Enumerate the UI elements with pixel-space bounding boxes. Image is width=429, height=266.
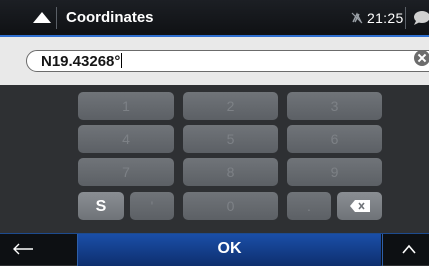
key-3[interactable]: 3 [287, 92, 382, 120]
clear-input-icon[interactable] [414, 50, 429, 66]
key-0[interactable]: 0 [183, 192, 278, 220]
back-button[interactable] [0, 234, 76, 266]
key-hemisphere-s[interactable]: S [78, 192, 124, 220]
numeric-keypad: 1 2 3 4 5 6 7 8 9 S ' 0 . [0, 85, 429, 233]
title-bar: Coordinates 21:25 [0, 0, 429, 37]
key-6[interactable]: 6 [287, 125, 382, 153]
text-caret [121, 53, 123, 68]
ok-button[interactable]: OK [78, 234, 381, 266]
key-2[interactable]: 2 [183, 92, 278, 120]
backspace-icon [350, 200, 370, 212]
coordinate-input[interactable]: N19.43268° [26, 50, 429, 72]
coordinate-input-value: N19.43268° [41, 53, 121, 70]
gps-off-icon [351, 12, 363, 24]
page-title: Coordinates [66, 9, 154, 26]
key-4[interactable]: 4 [78, 125, 174, 153]
key-dot[interactable]: . [287, 192, 331, 220]
key-7[interactable]: 7 [78, 158, 174, 186]
bottom-bar: OK [0, 233, 429, 266]
key-hemisphere-label: S [95, 198, 107, 215]
divider [56, 7, 57, 29]
divider [405, 7, 406, 29]
more-options-button[interactable] [383, 234, 429, 266]
key-8[interactable]: 8 [183, 158, 278, 186]
message-bubble-icon[interactable] [411, 10, 429, 26]
key-5[interactable]: 5 [183, 125, 278, 153]
chevron-up-icon [402, 244, 416, 254]
input-area: N19.43268° [0, 37, 429, 85]
key-apostrophe[interactable]: ' [130, 192, 174, 220]
key-1[interactable]: 1 [78, 92, 174, 120]
key-9[interactable]: 9 [287, 158, 382, 186]
clock: 21:25 [367, 10, 404, 26]
navigation-arrow-icon[interactable] [33, 12, 51, 23]
back-arrow-icon [13, 243, 33, 255]
backspace-button[interactable] [337, 192, 382, 220]
